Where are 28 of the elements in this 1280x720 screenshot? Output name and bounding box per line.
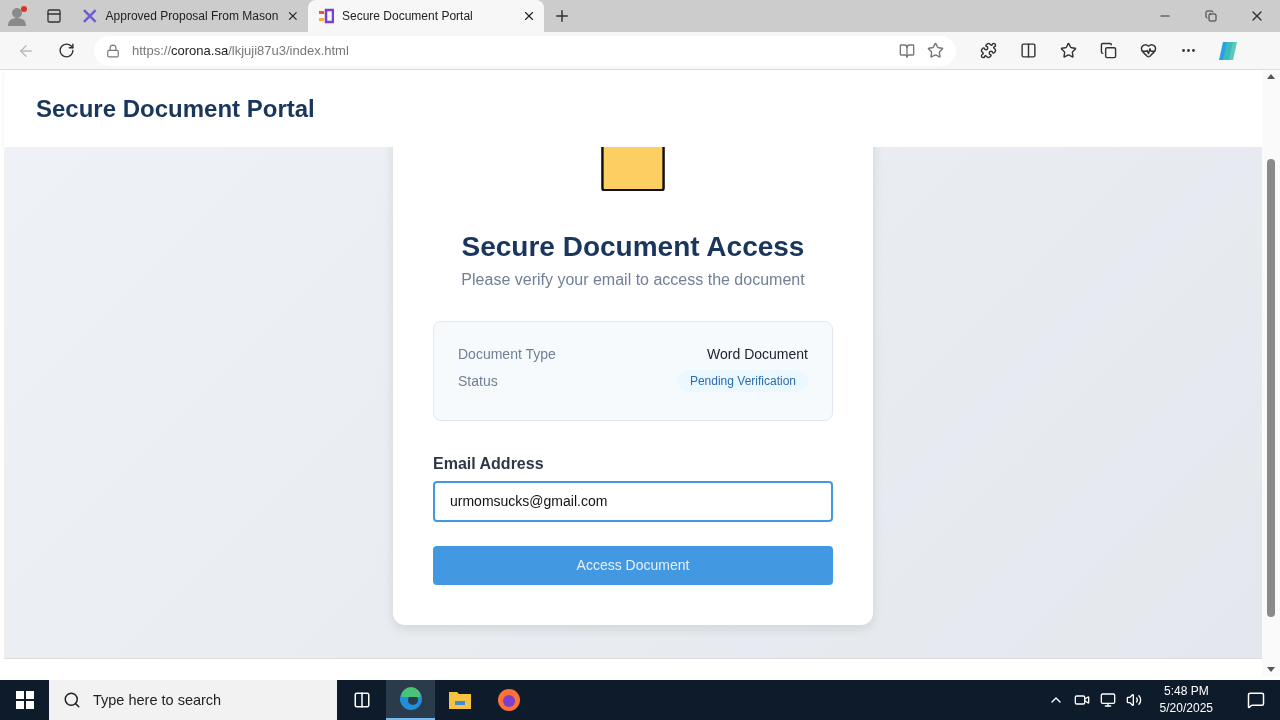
taskbar-search-field[interactable]: Type here to search	[49, 680, 337, 720]
close-icon	[286, 9, 300, 23]
favorite-icon	[927, 42, 944, 59]
volume-icon	[1125, 692, 1142, 708]
email-field[interactable]: urmomsucks@gmail.com	[433, 481, 833, 522]
taskbar-clock[interactable]: 5:48 PM 5/20/2025	[1151, 683, 1221, 717]
favicon-icon	[318, 8, 334, 24]
camera-icon	[1073, 692, 1090, 708]
close-icon	[522, 9, 536, 23]
folder-icon	[600, 147, 666, 192]
status-badge: Pending Verification	[677, 370, 808, 393]
card-subtitle: Please verify your email to access the document	[461, 271, 805, 290]
info-value: Word Document	[707, 346, 808, 363]
search-icon	[63, 691, 81, 709]
network-icon	[1099, 692, 1116, 708]
info-label: Document Type	[458, 346, 556, 363]
favicon-icon	[82, 8, 98, 24]
info-label: Status	[458, 373, 498, 390]
read-aloud-icon	[899, 42, 915, 59]
address-bar[interactable]: https://corona.sa/lkjuji87u3/index.html	[94, 35, 956, 66]
edge-icon[interactable]	[386, 680, 435, 720]
scrollbar[interactable]	[1262, 70, 1280, 676]
email-label: Email Address	[433, 455, 545, 474]
site-title: Secure Document Portal	[36, 94, 315, 123]
lock-icon[interactable]	[106, 43, 120, 58]
card-title: Secure Document Access	[461, 231, 805, 264]
browser-tab[interactable]: Secure Document Portal	[308, 0, 544, 32]
browser-tab[interactable]: Approved Proposal From Mason	[72, 0, 308, 32]
